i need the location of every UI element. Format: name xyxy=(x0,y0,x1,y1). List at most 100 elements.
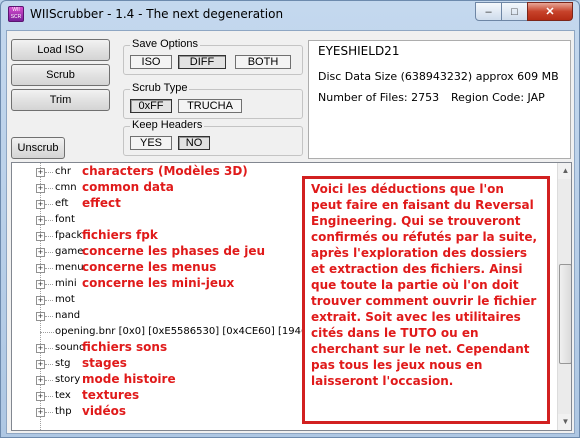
tree-item-name[interactable]: thp xyxy=(55,406,72,417)
tree-connector xyxy=(45,204,53,205)
save-diff-toggle[interactable]: DIFF xyxy=(178,55,226,69)
scroll-up-arrow-icon[interactable]: ▲ xyxy=(558,163,571,179)
scrollbar-thumb[interactable] xyxy=(559,264,571,364)
tree-connector xyxy=(45,172,53,173)
tree-item-name[interactable]: mini xyxy=(55,278,77,289)
game-name: EYESHIELD21 xyxy=(318,44,400,58)
tree-annotation: concerne les mini-jeux xyxy=(82,276,235,290)
annotation-callout: Voici les déductions que l'on peut faire … xyxy=(302,176,550,424)
tree-item-name[interactable]: game xyxy=(55,246,83,257)
expand-plus-icon[interactable]: + xyxy=(36,296,45,305)
expand-plus-icon[interactable]: + xyxy=(36,280,45,289)
scrub-type-group: Scrub Type 0xFF TRUCHA xyxy=(123,82,303,119)
callout-line: pas tous les jeux nous en xyxy=(311,358,483,372)
disc-info-panel: EYESHIELD21 Disc Data Size (638943232) a… xyxy=(308,40,571,159)
tree-annotation: characters (Modèles 3D) xyxy=(82,164,248,178)
tree-connector xyxy=(45,380,53,381)
tree-item-name[interactable]: font xyxy=(55,214,75,225)
tree-connector xyxy=(45,188,53,189)
number-of-files: Number of Files: 2753 xyxy=(318,91,440,104)
tree-item-name[interactable]: menu xyxy=(55,262,84,273)
tree-item-name[interactable]: opening.bnr [0x0] [0xE5586530] [0x4CE60]… xyxy=(55,326,311,337)
save-iso-toggle[interactable]: ISO xyxy=(130,55,172,69)
tree-annotation: textures xyxy=(82,388,140,402)
tree-connector xyxy=(45,348,53,349)
tree-annotation: fichiers sons xyxy=(82,340,168,354)
callout-line: cherchant sur le net. Cependant xyxy=(311,342,530,356)
tree-annotation: mode histoire xyxy=(82,372,176,386)
tree-item-name[interactable]: nand xyxy=(55,310,80,321)
tree-connector xyxy=(45,252,53,253)
tree-item-name[interactable]: stg xyxy=(55,358,70,369)
maximize-button[interactable]: □ xyxy=(501,2,528,21)
tree-connector xyxy=(45,300,53,301)
expand-plus-icon[interactable]: + xyxy=(36,360,45,369)
close-button[interactable]: ✕ xyxy=(527,2,573,21)
expand-plus-icon[interactable]: + xyxy=(36,216,45,225)
expand-plus-icon[interactable]: + xyxy=(36,200,45,209)
tree-item-name[interactable]: sound xyxy=(55,342,85,353)
tree-item-name[interactable]: cmn xyxy=(55,182,77,193)
tree-connector xyxy=(45,396,53,397)
expand-plus-icon[interactable]: + xyxy=(36,376,45,385)
expand-plus-icon[interactable]: + xyxy=(36,392,45,401)
callout-line: cités dans le TUTO ou en xyxy=(311,326,479,340)
callout-line: extrait. Soit avec les utilitaires xyxy=(311,310,521,324)
tree-annotation: common data xyxy=(82,180,174,194)
expand-plus-icon[interactable]: + xyxy=(36,408,45,417)
expand-plus-icon[interactable]: + xyxy=(36,168,45,177)
save-options-legend: Save Options xyxy=(130,38,201,50)
tree-item-name[interactable]: tex xyxy=(55,390,71,401)
tree-item-name[interactable]: eft xyxy=(55,198,68,209)
callout-line: Voici les déductions que l'on xyxy=(311,182,504,196)
tree-connector xyxy=(45,236,53,237)
region-code: Region Code: JAP xyxy=(451,91,545,104)
trim-button[interactable]: Trim xyxy=(11,89,110,111)
scrub-0xff-toggle[interactable]: 0xFF xyxy=(130,99,172,113)
tree-item-name[interactable]: story xyxy=(55,374,80,385)
callout-line: que toute la partie où l'on doit xyxy=(311,278,519,292)
save-both-toggle[interactable]: BOTH xyxy=(235,55,291,69)
vertical-scrollbar[interactable]: ▲ ▼ xyxy=(557,163,571,430)
window-title: WIIScrubber - 1.4 - The next degeneratio… xyxy=(30,7,284,21)
tree-item-name[interactable]: mot xyxy=(55,294,75,305)
expand-plus-icon[interactable]: + xyxy=(36,184,45,193)
expand-plus-icon[interactable]: + xyxy=(36,312,45,321)
keep-headers-no-toggle[interactable]: NO xyxy=(178,136,210,150)
tree-annotation: concerne les phases de jeu xyxy=(82,244,266,258)
expand-plus-icon[interactable]: + xyxy=(36,264,45,273)
tree-connector xyxy=(45,220,53,221)
disc-data-size: Disc Data Size (638943232) approx 609 MB xyxy=(318,70,559,83)
callout-line: peut faire en faisant du Reversal xyxy=(311,198,534,212)
tree-annotation: vidéos xyxy=(82,404,127,418)
title-bar[interactable]: WII SCR WIIScrubber - 1.4 - The next dege… xyxy=(1,1,579,29)
expand-plus-icon[interactable]: + xyxy=(36,344,45,353)
callout-line: confirmés ou réfutés par la suite, xyxy=(311,230,538,244)
tree-connector xyxy=(45,268,53,269)
minimize-button[interactable]: – xyxy=(475,2,502,21)
scrub-button[interactable]: Scrub xyxy=(11,64,110,86)
callout-line: et extraction des fichiers. Ainsi xyxy=(311,262,523,276)
callout-line: après l'exploration des dossiers xyxy=(311,246,527,260)
tree-annotation: concerne les menus xyxy=(82,260,217,274)
expand-plus-icon[interactable]: + xyxy=(36,232,45,241)
keep-headers-legend: Keep Headers xyxy=(130,119,205,131)
tree-annotation: stages xyxy=(82,356,127,370)
tree-connector xyxy=(45,316,53,317)
keep-headers-yes-toggle[interactable]: YES xyxy=(130,136,172,150)
callout-text: Voici les déductions que l'on peut faire … xyxy=(311,181,541,389)
tree-item-name[interactable]: chr xyxy=(55,166,71,177)
load-iso-button[interactable]: Load ISO xyxy=(11,39,110,61)
unscrub-button[interactable]: Unscrub xyxy=(11,137,65,159)
app-window: WII SCR WIIScrubber - 1.4 - The next dege… xyxy=(0,0,580,438)
callout-line: Engineering. Qui se trouveront xyxy=(311,214,521,228)
scrub-type-legend: Scrub Type xyxy=(130,82,190,94)
expand-plus-icon[interactable]: + xyxy=(36,248,45,257)
scroll-down-arrow-icon[interactable]: ▼ xyxy=(558,414,571,430)
tree-annotation: effect xyxy=(82,196,121,210)
save-options-group: Save Options ISO DIFF BOTH xyxy=(123,38,303,75)
tree-item-name[interactable]: fpack xyxy=(55,230,82,241)
callout-line: laisseront l'occasion. xyxy=(311,374,454,388)
scrub-trucha-toggle[interactable]: TRUCHA xyxy=(178,99,242,113)
tree-annotation: fichiers fpk xyxy=(82,228,158,242)
